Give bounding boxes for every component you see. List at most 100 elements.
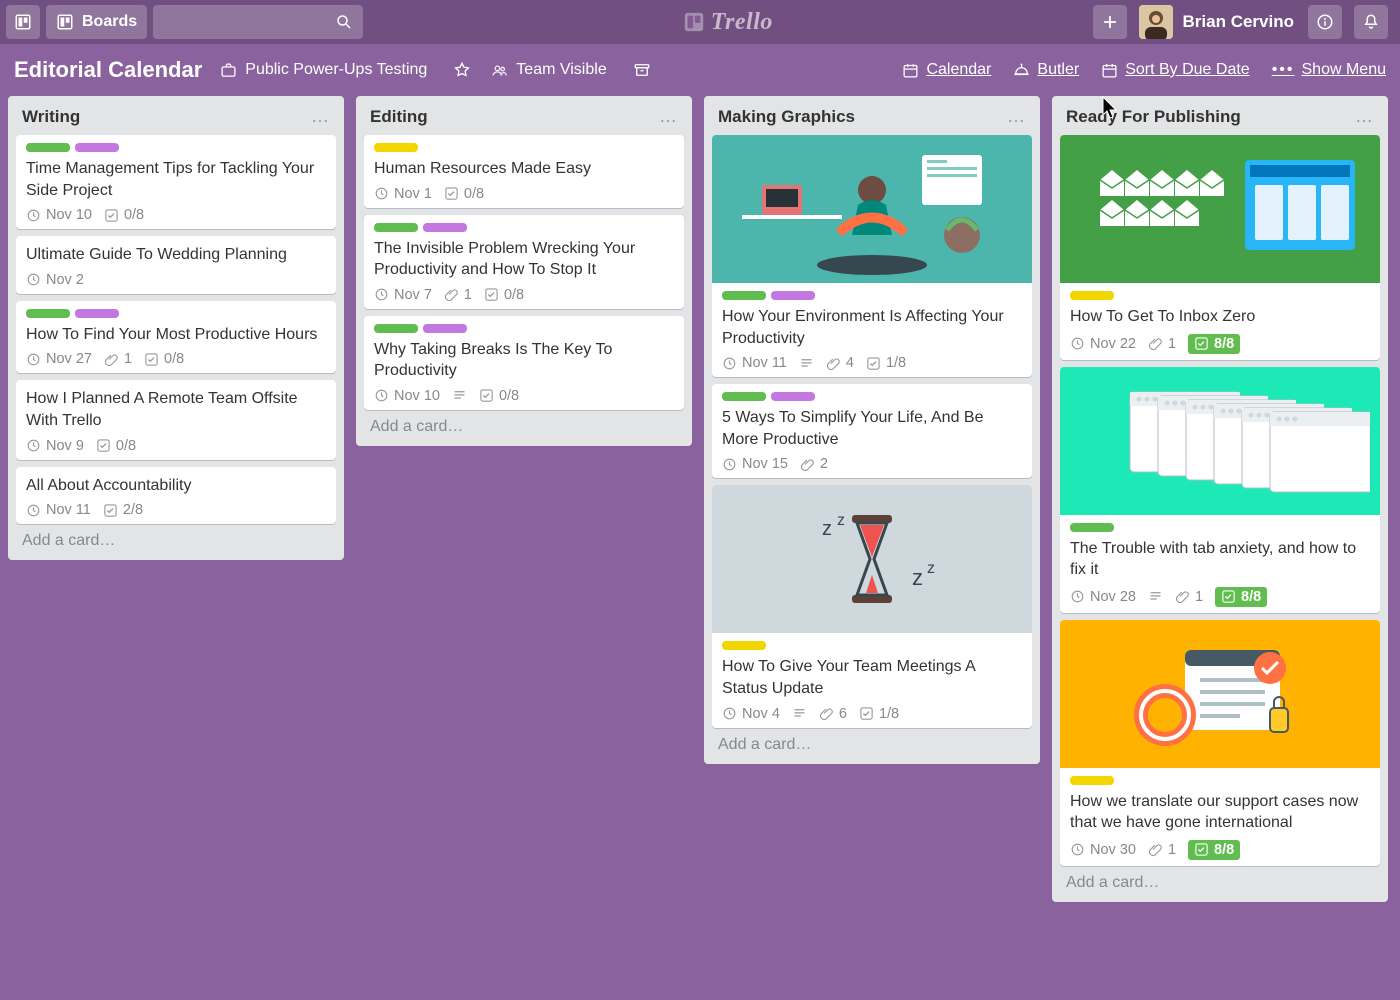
label-yellow[interactable] (1070, 291, 1114, 300)
label-purple[interactable] (75, 309, 119, 318)
card-title: How To Get To Inbox Zero (1070, 306, 1370, 328)
label-yellow[interactable] (1070, 776, 1114, 785)
checklist-badge: 0/8 (484, 287, 524, 303)
clock-icon (374, 186, 389, 201)
calendar-powerup[interactable]: Calendar (902, 61, 991, 79)
attachment-icon (1175, 589, 1190, 604)
attachment-icon (800, 457, 815, 472)
description-icon (1148, 589, 1163, 604)
label-green[interactable] (26, 143, 70, 152)
notifications-button[interactable] (1354, 5, 1388, 39)
card-labels (374, 143, 674, 152)
add-card-button[interactable]: Add a card… (364, 410, 684, 438)
list: Making Graphics … How Your Environment Is … (704, 96, 1040, 764)
due-badge: Nov 30 (1070, 842, 1136, 858)
label-yellow[interactable] (374, 143, 418, 152)
card[interactable]: All About AccountabilityNov 112/8 (16, 467, 336, 525)
card[interactable]: How To Get To Inbox ZeroNov 2218/8 (1060, 135, 1380, 360)
label-green[interactable] (374, 324, 418, 333)
visibility-button[interactable]: Team Visible (491, 61, 606, 79)
list-title[interactable]: Making Graphics (718, 107, 855, 127)
card[interactable]: Why Taking Breaks Is The Key To Producti… (364, 316, 684, 410)
card-title: The Trouble with tab anxiety, and how to… (1070, 538, 1370, 581)
boards-button[interactable]: Boards (46, 5, 147, 39)
due-badge: Nov 10 (374, 388, 440, 404)
avatar[interactable] (1139, 5, 1173, 39)
card[interactable]: 5 Ways To Simplify Your Life, And Be Mor… (712, 384, 1032, 478)
list-title[interactable]: Writing (22, 107, 80, 127)
workspace-button[interactable]: Public Power-Ups Testing (220, 61, 427, 79)
label-green[interactable] (1070, 523, 1114, 532)
home-button[interactable] (6, 5, 40, 39)
board-header: Editorial Calendar Public Power-Ups Test… (0, 44, 1400, 96)
list-menu-button[interactable]: … (659, 106, 678, 127)
checklist-badge: 0/8 (96, 438, 136, 454)
card[interactable]: Time Management Tips for Tackling Your S… (16, 135, 336, 229)
clock-icon (722, 457, 737, 472)
card-badges: Nov 461/8 (722, 706, 1022, 722)
butler-label: Butler (1037, 61, 1079, 79)
add-card-button[interactable]: Add a card… (712, 728, 1032, 756)
card[interactable]: Human Resources Made EasyNov 10/8 (364, 135, 684, 208)
board-icon (14, 13, 32, 31)
label-green[interactable] (722, 291, 766, 300)
card-title: How To Give Your Team Meetings A Status … (722, 656, 1022, 699)
list-menu-button[interactable]: … (1007, 106, 1026, 127)
avatar-image (1139, 5, 1173, 39)
label-purple[interactable] (423, 324, 467, 333)
list: Editing … Human Resources Made EasyNov 10/… (356, 96, 692, 446)
card[interactable]: The Invisible Problem Wrecking Your Prod… (364, 215, 684, 309)
add-card-button[interactable]: Add a card… (16, 524, 336, 552)
due-badge: Nov 28 (1070, 589, 1136, 605)
card[interactable]: The Trouble with tab anxiety, and how to… (1060, 367, 1380, 613)
card[interactable]: zzzzHow To Give Your Team Meetings A Sta… (712, 485, 1032, 727)
checklist-icon (866, 356, 881, 371)
list-title[interactable]: Editing (370, 107, 428, 127)
label-purple[interactable] (75, 143, 119, 152)
due-badge: Nov 15 (722, 456, 788, 472)
archive-button[interactable] (627, 55, 657, 85)
card[interactable]: Ultimate Guide To Wedding PlanningNov 2 (16, 236, 336, 294)
card-labels (26, 309, 326, 318)
checklist-icon (1194, 336, 1209, 351)
label-green[interactable] (374, 223, 418, 232)
due-badge: Nov 11 (722, 355, 787, 371)
label-green[interactable] (26, 309, 70, 318)
list-menu-button[interactable]: … (311, 106, 330, 127)
board-canvas[interactable]: Writing … Time Management Tips for Tacklin… (0, 96, 1400, 1000)
card-badges: Nov 710/8 (374, 287, 674, 303)
board-title[interactable]: Editorial Calendar (14, 57, 202, 83)
description-icon (792, 706, 807, 721)
label-green[interactable] (722, 392, 766, 401)
star-button[interactable] (447, 55, 477, 85)
add-card-button[interactable]: Add a card… (1060, 866, 1380, 894)
label-yellow[interactable] (722, 641, 766, 650)
butler-powerup[interactable]: Butler (1013, 61, 1079, 79)
create-button[interactable] (1093, 5, 1127, 39)
card-labels (1070, 291, 1370, 300)
show-menu[interactable]: ••• Show Menu (1272, 61, 1386, 79)
team-icon (491, 62, 508, 79)
ellipsis-icon: ••• (1272, 61, 1295, 79)
calendar-icon (902, 62, 919, 79)
app-logo[interactable]: Trello (683, 9, 773, 36)
card[interactable]: How To Find Your Most Productive HoursNo… (16, 301, 336, 374)
due-badge: Nov 22 (1070, 336, 1136, 352)
username[interactable]: Brian Cervino (1183, 12, 1294, 32)
card[interactable]: How I Planned A Remote Team Offsite With… (16, 380, 336, 459)
card-title: How we translate our support cases now t… (1070, 791, 1370, 834)
info-button[interactable] (1308, 5, 1342, 39)
list-title[interactable]: Ready For Publishing (1066, 107, 1241, 127)
search-input[interactable] (153, 5, 363, 39)
attachments-badge: 4 (826, 355, 854, 371)
description-badge (792, 706, 807, 721)
card[interactable]: How we translate our support cases now t… (1060, 620, 1380, 866)
clock-icon (26, 503, 41, 518)
list-menu-button[interactable]: … (1355, 106, 1374, 127)
sort-due-date[interactable]: Sort By Due Date (1101, 61, 1250, 79)
label-purple[interactable] (771, 392, 815, 401)
attachment-icon (1148, 336, 1163, 351)
card[interactable]: How Your Environment Is Affecting Your P… (712, 135, 1032, 377)
label-purple[interactable] (771, 291, 815, 300)
label-purple[interactable] (423, 223, 467, 232)
